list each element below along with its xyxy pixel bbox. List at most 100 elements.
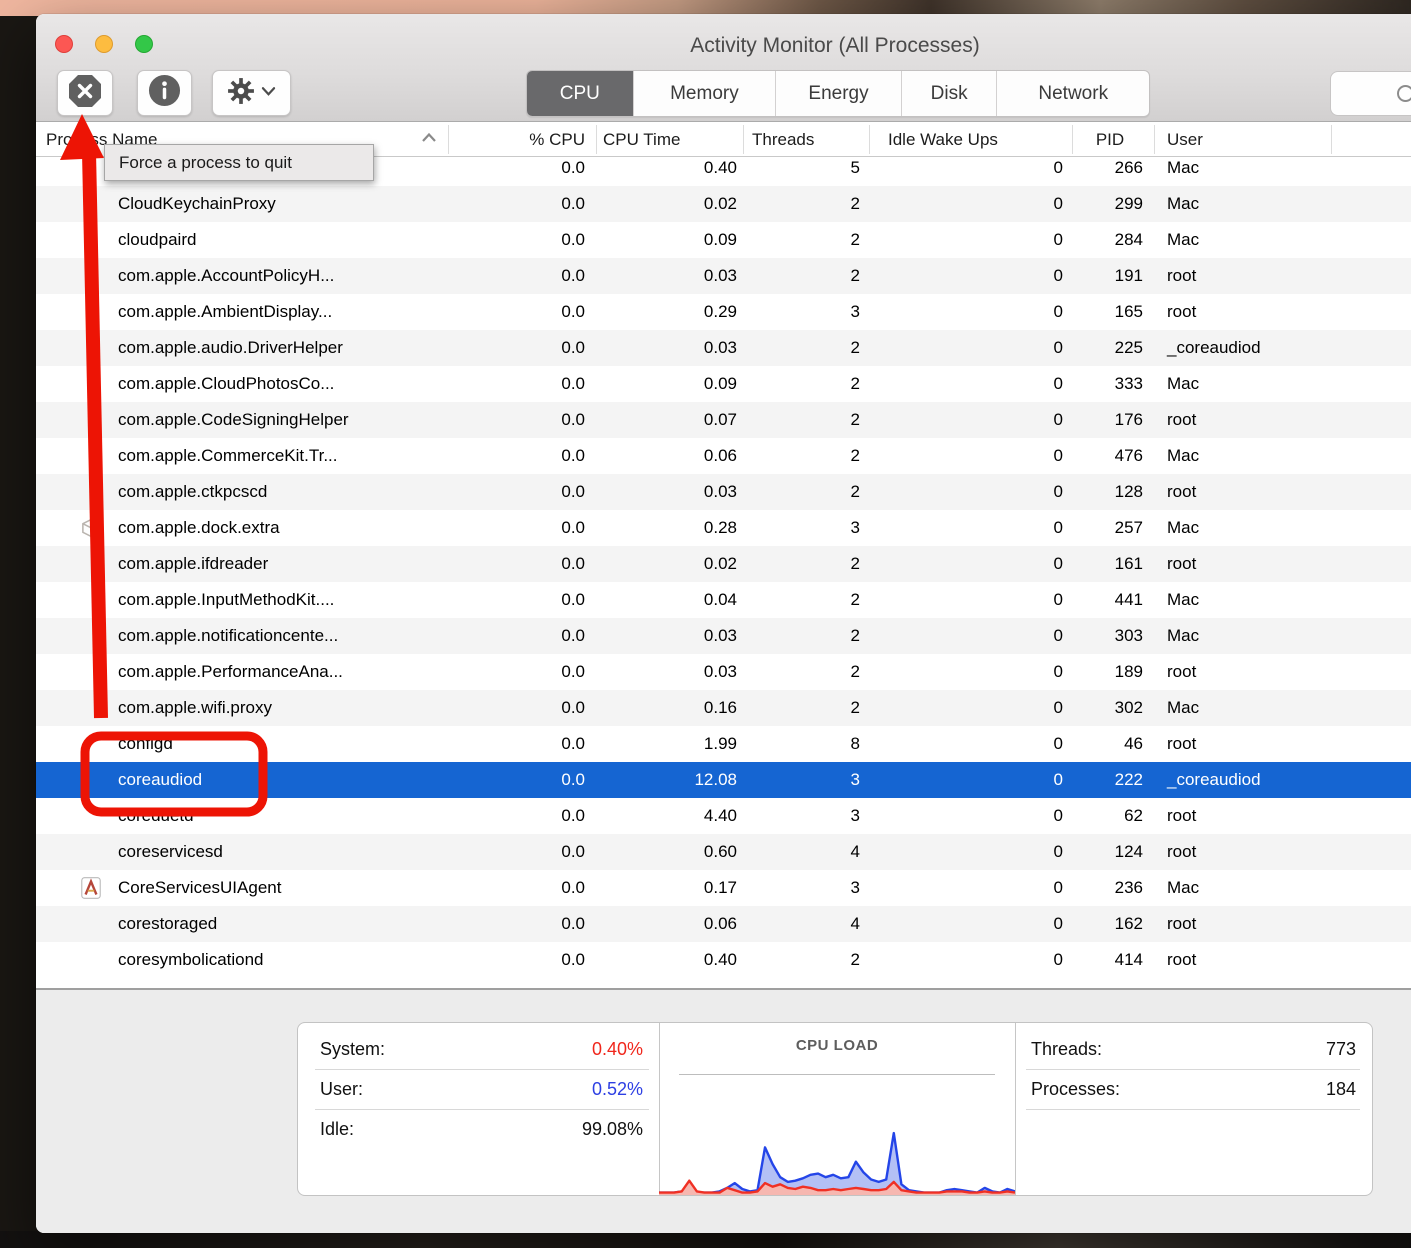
column-header-threads[interactable]: Threads [752, 122, 814, 157]
process-threads: 8 [748, 726, 860, 762]
process-cpu-time: 0.28 [601, 510, 737, 546]
process-user: root [1167, 402, 1397, 438]
process-cpu: 0.0 [448, 942, 585, 978]
process-row[interactable]: com.apple.notificationcente... 0.0 0.03 … [36, 618, 1411, 654]
process-row[interactable]: com.apple.audio.DriverHelper 0.0 0.03 2 … [36, 330, 1411, 366]
column-header-pid[interactable]: PID [1077, 122, 1143, 157]
process-idle-wake-ups: 0 [874, 546, 1063, 582]
process-pid: 303 [1077, 618, 1143, 654]
minimize-window-button[interactable] [95, 35, 113, 53]
process-pid: 189 [1077, 654, 1143, 690]
process-row[interactable]: coreservicesd 0.0 0.60 4 0 124 root [36, 834, 1411, 870]
process-user: Mac [1167, 222, 1397, 258]
desktop-wallpaper-bottom [0, 1231, 1411, 1248]
process-row[interactable]: configd 0.0 1.99 8 0 46 root [36, 726, 1411, 762]
process-row[interactable]: coreduetd 0.0 4.40 3 0 62 root [36, 798, 1411, 834]
process-row[interactable]: com.apple.CodeSigningHelper 0.0 0.07 2 0… [36, 402, 1411, 438]
process-pid: 236 [1077, 870, 1143, 906]
search-icon [1397, 85, 1411, 102]
process-cpu: 0.0 [448, 474, 585, 510]
process-row[interactable]: com.apple.PerformanceAna... 0.0 0.03 2 0… [36, 654, 1411, 690]
process-row[interactable]: com.apple.AccountPolicyH... 0.0 0.03 2 0… [36, 258, 1411, 294]
process-cpu-time: 0.09 [601, 222, 737, 258]
inspect-button[interactable] [137, 70, 192, 116]
process-user: root [1167, 906, 1397, 942]
process-pid: 257 [1077, 510, 1143, 546]
tab-network[interactable]: Network [996, 71, 1149, 116]
process-pid: 62 [1077, 798, 1143, 834]
actions-menu-button[interactable] [212, 70, 291, 116]
process-user: Mac [1167, 870, 1397, 906]
search-input[interactable] [1330, 71, 1411, 116]
tab-memory[interactable]: Memory [633, 71, 776, 116]
threads-label: Threads: [1031, 1031, 1102, 1067]
process-cpu: 0.0 [448, 402, 585, 438]
process-threads: 3 [748, 870, 860, 906]
process-idle-wake-ups: 0 [874, 690, 1063, 726]
package-cube-icon [78, 515, 108, 541]
process-cpu-time: 1.99 [601, 726, 737, 762]
close-window-button[interactable] [55, 35, 73, 53]
process-threads: 2 [748, 222, 860, 258]
process-user: root [1167, 546, 1397, 582]
process-user: root [1167, 942, 1397, 978]
process-name: com.apple.CodeSigningHelper [118, 402, 349, 438]
process-row[interactable]: cloudpaird 0.0 0.09 2 0 284 Mac [36, 222, 1411, 258]
process-cpu: 0.0 [448, 726, 585, 762]
process-threads: 2 [748, 654, 860, 690]
process-threads: 2 [748, 618, 860, 654]
process-idle-wake-ups: 0 [874, 294, 1063, 330]
zoom-window-button[interactable] [135, 35, 153, 53]
window-chrome: Activity Monitor (All Processes) [36, 14, 1411, 122]
process-row[interactable]: com.apple.ifdreader 0.0 0.02 2 0 161 roo… [36, 546, 1411, 582]
process-user: root [1167, 726, 1397, 762]
process-pid: 46 [1077, 726, 1143, 762]
column-header-cpu[interactable]: % CPU [448, 122, 585, 157]
process-name: coreduetd [118, 798, 194, 834]
process-user: Mac [1167, 510, 1397, 546]
column-header-idle-wake-ups[interactable]: Idle Wake Ups [888, 122, 998, 157]
column-header-cpu-time[interactable]: CPU Time [603, 122, 680, 157]
process-row[interactable]: corestoraged 0.0 0.06 4 0 162 root [36, 906, 1411, 942]
process-idle-wake-ups: 0 [874, 798, 1063, 834]
process-user: _coreaudiod [1167, 762, 1397, 798]
process-pid: 333 [1077, 366, 1143, 402]
force-quit-button[interactable] [57, 70, 113, 116]
process-row[interactable]: CoreServicesUIAgent 0.0 0.17 3 0 236 Mac [36, 870, 1411, 906]
process-cpu-time: 0.02 [601, 186, 737, 222]
process-cpu: 0.0 [448, 222, 585, 258]
process-threads: 3 [748, 762, 860, 798]
process-name: com.apple.ctkpcscd [118, 474, 267, 510]
process-threads: 3 [748, 798, 860, 834]
process-threads: 2 [748, 402, 860, 438]
process-row[interactable]: com.apple.ctkpcscd 0.0 0.03 2 0 128 root [36, 474, 1411, 510]
process-cpu: 0.0 [448, 510, 585, 546]
process-row[interactable]: com.apple.AmbientDisplay... 0.0 0.29 3 0… [36, 294, 1411, 330]
process-cpu: 0.0 [448, 330, 585, 366]
chevron-down-icon [261, 84, 276, 102]
octagon-x-icon [68, 74, 102, 113]
process-cpu-time: 0.40 [601, 942, 737, 978]
process-cpu-time: 0.04 [601, 582, 737, 618]
process-idle-wake-ups: 0 [874, 618, 1063, 654]
process-cpu-time: 0.06 [601, 438, 737, 474]
process-user: root [1167, 258, 1397, 294]
process-name: configd [118, 726, 173, 762]
tab-energy[interactable]: Energy [775, 71, 901, 116]
process-threads: 2 [748, 258, 860, 294]
process-idle-wake-ups: 0 [874, 402, 1063, 438]
process-row[interactable]: com.apple.CommerceKit.Tr... 0.0 0.06 2 0… [36, 438, 1411, 474]
process-row[interactable]: com.apple.InputMethodKit.... 0.0 0.04 2 … [36, 582, 1411, 618]
column-header-user[interactable]: User [1167, 122, 1203, 157]
tab-disk[interactable]: Disk [901, 71, 997, 116]
process-table-body: 0.0 0.40 5 0 266 Mac CloudKeychainProxy … [36, 150, 1411, 978]
process-row[interactable]: coresymbolicationd 0.0 0.40 2 0 414 root [36, 942, 1411, 978]
app-badge-icon [78, 875, 108, 901]
process-row[interactable]: com.apple.dock.extra 0.0 0.28 3 0 257 Ma… [36, 510, 1411, 546]
window-title: Activity Monitor (All Processes) [690, 34, 979, 58]
tab-cpu[interactable]: CPU [527, 71, 633, 116]
process-row[interactable]: com.apple.wifi.proxy 0.0 0.16 2 0 302 Ma… [36, 690, 1411, 726]
process-row[interactable]: coreaudiod 0.0 12.08 3 0 222 _coreaudiod [36, 762, 1411, 798]
process-row[interactable]: CloudKeychainProxy 0.0 0.02 2 0 299 Mac [36, 186, 1411, 222]
process-row[interactable]: com.apple.CloudPhotosCo... 0.0 0.09 2 0 … [36, 366, 1411, 402]
